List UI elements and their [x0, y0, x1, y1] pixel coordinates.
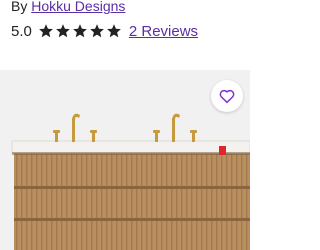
star-icon — [55, 24, 70, 38]
color-swatch-marker — [219, 146, 226, 155]
brand-link[interactable]: Hokku Designs — [31, 0, 125, 14]
drawer-divider — [14, 218, 250, 221]
rating-value: 5.0 — [11, 22, 32, 40]
star-icon — [38, 24, 53, 38]
brand-line: By Hokku Designs — [11, 0, 125, 16]
star-icon — [89, 24, 104, 38]
star-icon — [72, 24, 87, 38]
countertop — [11, 140, 250, 154]
star-icon — [106, 24, 121, 38]
reviews-link[interactable]: 2 Reviews — [129, 23, 198, 40]
drawer-divider — [14, 186, 250, 189]
right-faucet — [153, 113, 197, 142]
star-rating — [38, 23, 123, 39]
brand-prefix: By — [11, 0, 32, 14]
countertop-shadow — [12, 152, 250, 155]
heart-outline-icon — [219, 89, 235, 104]
favorite-button[interactable] — [211, 80, 243, 112]
left-faucet — [53, 113, 97, 142]
rating-row: 5.0 2 Reviews — [11, 20, 198, 42]
